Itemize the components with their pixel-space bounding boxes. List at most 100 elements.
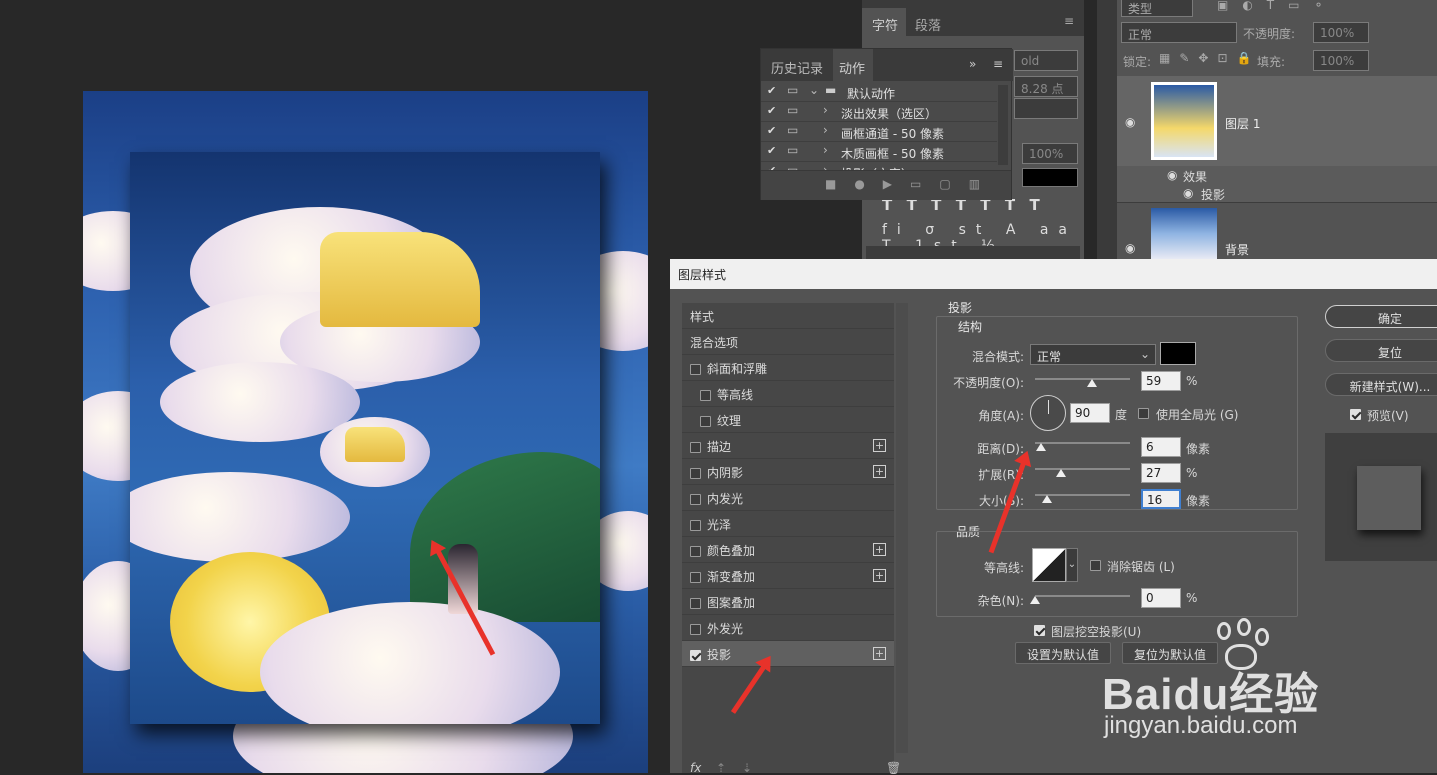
style-item[interactable]: 混合选项 [682, 329, 894, 355]
distance-slider-thumb[interactable] [1036, 443, 1046, 451]
layer-fill-input[interactable]: 100% [1313, 50, 1369, 71]
tab-paragraph[interactable]: 段落 [915, 15, 941, 34]
style-item[interactable]: 等高线 [682, 381, 894, 407]
action-enabled-check-icon[interactable]: ✔ [767, 144, 776, 157]
style-checkbox[interactable] [690, 572, 701, 583]
spread-input[interactable]: 27 [1141, 463, 1181, 483]
layer-opacity-input[interactable]: 100% [1313, 22, 1369, 43]
expand-chevron-icon[interactable]: › [823, 103, 828, 117]
action-enabled-check-icon[interactable]: ✔ [767, 124, 776, 137]
effect-drop-shadow-label[interactable]: 投影 [1201, 186, 1225, 203]
style-checkbox[interactable] [700, 390, 711, 401]
style-item[interactable]: 外发光 [682, 615, 894, 641]
style-checkbox[interactable] [690, 442, 701, 453]
distance-input[interactable]: 6 [1141, 437, 1181, 457]
style-item[interactable]: 内发光 [682, 485, 894, 511]
spread-slider-thumb[interactable] [1056, 469, 1066, 477]
reset-button[interactable]: 复位 [1325, 339, 1437, 362]
add-style-icon[interactable]: + [873, 647, 886, 660]
add-style-icon[interactable]: + [873, 543, 886, 556]
tab-character[interactable]: 字符 [872, 15, 898, 34]
shadow-color-swatch[interactable] [1160, 342, 1196, 365]
expand-chevron-icon[interactable]: ⌄ [809, 83, 819, 97]
expand-icon[interactable]: » [969, 57, 976, 71]
contour-preview[interactable] [1032, 548, 1066, 582]
opacity-input[interactable]: 59 [1141, 371, 1181, 391]
panel-menu-icon[interactable]: ≡ [1064, 14, 1074, 28]
expand-chevron-icon[interactable]: › [823, 143, 828, 157]
actions-scrollbar[interactable] [998, 85, 1008, 165]
text-color-swatch[interactable] [1022, 168, 1078, 187]
background-eye-icon[interactable]: ◉ [1125, 241, 1135, 255]
new-style-button[interactable]: 新建样式(W)... [1325, 373, 1437, 396]
angle-input[interactable]: 90 [1070, 403, 1110, 423]
lock-icons[interactable]: ▦✎✥⊡🔒 [1159, 51, 1260, 65]
action-dialog-toggle-icon[interactable]: ▭ [787, 83, 798, 97]
style-item[interactable]: 内阴影 + [682, 459, 894, 485]
font-style-select[interactable]: old [1014, 50, 1078, 71]
style-checkbox[interactable] [690, 364, 701, 375]
style-item[interactable]: 投影 + [682, 641, 894, 667]
style-checkbox[interactable] [690, 624, 701, 635]
action-dialog-toggle-icon[interactable]: ▭ [787, 103, 798, 117]
visibility-eye-icon[interactable]: ◉ [1125, 115, 1135, 129]
style-checkbox[interactable] [690, 546, 701, 557]
action-dialog-toggle-icon[interactable]: ▭ [787, 163, 798, 170]
layer-filter-select[interactable]: 类型 [1121, 0, 1193, 17]
effects-eye-icon[interactable]: ◉ [1167, 168, 1177, 182]
background-thumbnail[interactable] [1151, 208, 1217, 259]
style-item[interactable]: 描边 + [682, 433, 894, 459]
background-layer-name[interactable]: 背景 [1225, 241, 1249, 258]
style-item[interactable]: 渐变叠加 + [682, 563, 894, 589]
action-enabled-check-icon[interactable]: ✔ [767, 84, 776, 97]
opacity-slider-thumb[interactable] [1087, 379, 1097, 387]
antialias-checkbox[interactable] [1090, 560, 1101, 571]
leading-select[interactable] [1014, 98, 1078, 119]
global-light-checkbox[interactable] [1138, 408, 1149, 419]
size-slider-thumb[interactable] [1042, 495, 1052, 503]
add-style-icon[interactable]: + [873, 569, 886, 582]
expand-chevron-icon[interactable]: › [823, 163, 828, 170]
angle-dial[interactable] [1030, 395, 1066, 431]
shadowed-layer-image[interactable] [130, 152, 600, 724]
tab-actions[interactable]: 动作 [839, 58, 865, 77]
set-default-button[interactable]: 设置为默认值 [1015, 642, 1111, 664]
blend-mode-select[interactable]: 正常 ⌄ [1030, 344, 1156, 365]
panel-menu-icon[interactable]: ≡ [993, 57, 1003, 71]
tab-history[interactable]: 历史记录 [771, 58, 823, 77]
action-dialog-toggle-icon[interactable]: ▭ [787, 123, 798, 137]
contour-dropdown-icon[interactable]: ⌄ [1066, 548, 1078, 582]
action-item[interactable]: ✔ ▭ › 画框通道 - 50 像素 [761, 122, 997, 142]
style-item[interactable]: 样式 [682, 303, 894, 329]
blend-mode-select[interactable]: 正常 [1121, 22, 1237, 43]
style-item[interactable]: 光泽 [682, 511, 894, 537]
scale-input[interactable]: 100% [1022, 143, 1078, 164]
style-item[interactable]: 斜面和浮雕 [682, 355, 894, 381]
effects-label[interactable]: 效果 [1183, 168, 1207, 185]
noise-input[interactable]: 0 [1141, 588, 1181, 608]
ok-button[interactable]: 确定 [1325, 305, 1437, 328]
layer-name[interactable]: 图层 1 [1225, 115, 1260, 132]
action-item[interactable]: ✔▭›投影（文字） [761, 162, 997, 170]
style-item[interactable]: 纹理 [682, 407, 894, 433]
action-item[interactable]: ✔ ▭ ⌄ 默认动作 ▬ [761, 82, 997, 102]
action-item[interactable]: ✔ ▭ › 淡出效果（选区） [761, 102, 997, 122]
opacity-slider[interactable] [1035, 378, 1130, 380]
noise-slider-thumb[interactable] [1030, 596, 1040, 604]
font-size-select[interactable]: 8.28 点 [1014, 76, 1078, 97]
style-checkbox[interactable] [690, 598, 701, 609]
style-checkbox[interactable] [690, 520, 701, 531]
action-item[interactable]: ✔ ▭ › 木质画框 - 50 像素 [761, 142, 997, 162]
add-style-icon[interactable]: + [873, 465, 886, 478]
size-input[interactable]: 16 [1141, 489, 1181, 509]
expand-chevron-icon[interactable]: › [823, 123, 828, 137]
styles-scrollbar[interactable] [896, 303, 908, 753]
noise-slider[interactable] [1035, 595, 1130, 597]
style-checkbox[interactable] [690, 468, 701, 479]
style-checkbox[interactable] [690, 494, 701, 505]
style-item[interactable]: 图案叠加 [682, 589, 894, 615]
actions-toolbar[interactable]: ■●▶▭▢▥ [825, 177, 998, 191]
action-dialog-toggle-icon[interactable]: ▭ [787, 143, 798, 157]
layer-thumbnail[interactable] [1151, 82, 1217, 160]
spread-slider[interactable] [1035, 468, 1130, 470]
